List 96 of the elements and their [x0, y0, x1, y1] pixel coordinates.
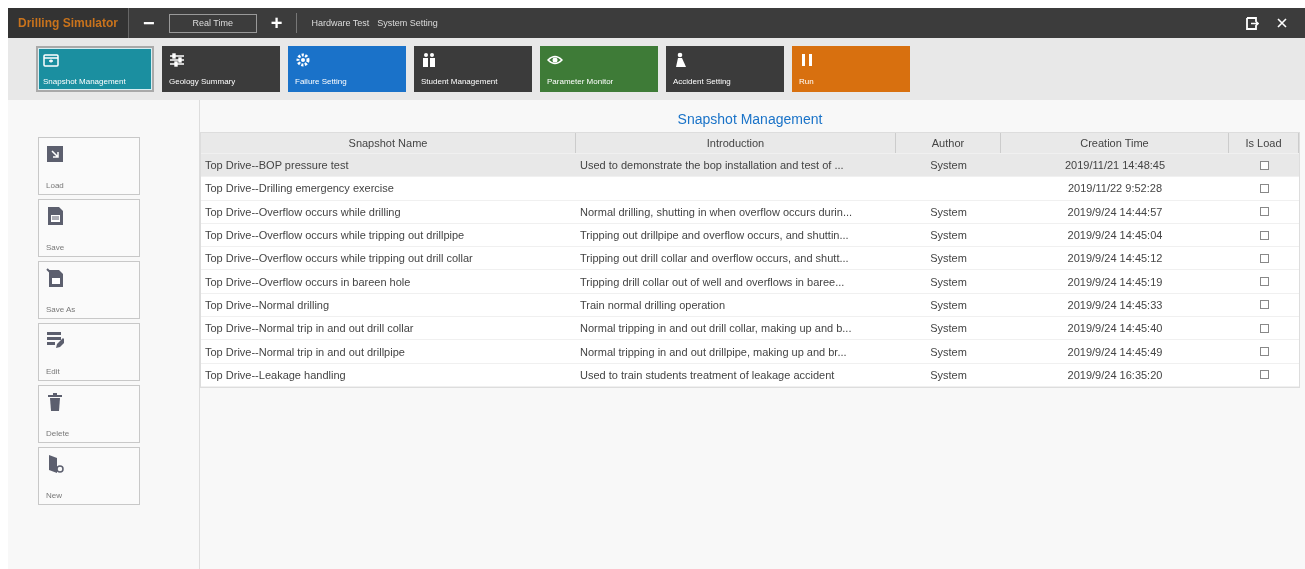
checkbox[interactable]	[1259, 277, 1269, 287]
table-row[interactable]: Top Drive--Normal trip in and out drill collar Normal tripping in and out drill collar, making up and b... System 2019/9/24 14:45:40	[201, 317, 1299, 341]
folder-icon	[43, 52, 59, 68]
table-cell: System	[930, 205, 967, 218]
download-icon	[46, 144, 64, 164]
table-cell: 2019/11/22 9:52:28	[1068, 182, 1162, 195]
panel-title: Snapshot Management	[676, 110, 824, 129]
module-tab[interactable]: Student Management	[414, 46, 532, 92]
table-row[interactable]: Top Drive--BOP pressure test Used to demonstrate the bop installation and test of ... System 2019/11/21 14:48:45	[201, 154, 1299, 178]
table-cell: 2019/9/24 14:45:40	[1067, 322, 1163, 335]
save-icon	[46, 206, 64, 226]
checkbox[interactable]	[1259, 300, 1269, 310]
trash-icon	[46, 392, 64, 412]
edit-icon	[46, 330, 64, 350]
column-header[interactable]: Creation Time	[1001, 133, 1229, 153]
table-cell: 2019/9/24 14:45:12	[1067, 252, 1163, 265]
module-tab[interactable]: Geology Summary	[162, 46, 280, 92]
window-title: Drilling Simulator	[8, 8, 129, 38]
exit-icon[interactable]	[1246, 16, 1259, 30]
table-cell: System	[930, 322, 967, 335]
table-cell: Tripping out drill collar and overflow occurs, and shutt...	[580, 252, 849, 265]
table-cell: 2019/11/21 14:48:45	[1064, 159, 1166, 172]
table-cell: Top Drive--Overflow occurs while tripping out drillpipe	[205, 229, 465, 242]
table-cell: Top Drive--Overflow occurs in bareen hole	[205, 275, 411, 288]
table-cell: Normal drilling, shutting in when overflow occurs durin...	[580, 205, 853, 218]
table-row[interactable]: Top Drive--Normal drilling Train normal drilling operation System 2019/9/24 14:45:33	[201, 293, 1299, 318]
table-cell: 2019/9/24 14:45:04	[1067, 229, 1163, 242]
module-tab[interactable]: Failure Setting	[288, 46, 406, 92]
sliders-icon	[169, 52, 185, 68]
table-cell: Used to demonstrate the bop installation and test of ...	[580, 159, 844, 172]
module-tab[interactable]: Accident Setting	[666, 46, 784, 92]
table-cell: System	[930, 229, 967, 242]
action-button[interactable]: Save As	[38, 261, 140, 319]
table-cell: Top Drive--Leakage handling	[205, 368, 346, 381]
action-button[interactable]: Load	[38, 137, 140, 195]
table-cell: 2019/9/24 14:44:57	[1067, 205, 1163, 218]
table-cell: Top Drive--BOP pressure test	[205, 159, 349, 172]
column-header[interactable]: Author	[896, 133, 1001, 153]
table-cell: 2019/9/24 14:45:33	[1067, 298, 1163, 311]
column-header[interactable]: Snapshot Name	[201, 133, 576, 153]
checkbox[interactable]	[1259, 323, 1269, 333]
action-button[interactable]: Delete	[38, 385, 140, 443]
table-cell: 2019/9/24 14:45:19	[1067, 275, 1163, 288]
table-cell: Normal tripping in and out drill collar, making up and b...	[580, 322, 852, 335]
table-cell: System	[930, 298, 967, 311]
table-cell: Used to train students treatment of leakage accident	[580, 368, 835, 381]
table-cell: Tripping out drillpipe and overflow occurs, and shuttin...	[580, 229, 849, 242]
settings-icon	[295, 52, 311, 68]
pause-icon	[799, 52, 815, 68]
person-icon	[673, 52, 689, 68]
people-icon	[421, 52, 437, 68]
column-header[interactable]: Introduction	[576, 133, 896, 153]
action-button[interactable]: Edit	[38, 323, 140, 381]
checkbox[interactable]	[1259, 253, 1269, 263]
table-cell: System	[930, 368, 967, 381]
table-row[interactable]: Top Drive--Overflow occurs while tripping out drill collar Tripping out drill collar and overflow occurs, and shutt... System 2019/9/24 14:45:12	[201, 247, 1299, 271]
close-icon[interactable]	[1277, 18, 1287, 28]
save-as-icon	[46, 268, 64, 288]
menu-item[interactable]: System Setting	[373, 18, 442, 28]
table-cell: 2019/9/24 16:35:20	[1067, 368, 1163, 381]
menu-item[interactable]: Hardware Test	[307, 18, 374, 28]
table-cell: Top Drive--Drilling emergency exercise	[205, 182, 394, 195]
table-row[interactable]: Top Drive--Normal trip in and out drillpipe Normal tripping in and out drillpipe, making up and br... System 2019/9/24 14:45:49	[201, 340, 1299, 364]
table-row[interactable]: Top Drive--Overflow occurs in bareen hole Tripping drill collar out of well and overflows in baree... System 2019/9/24 14:45:19	[201, 270, 1299, 294]
table-row[interactable]: Top Drive--Overflow occurs while drilling Normal drilling, shutting in when overflow occurs durin... System 2019/9/24 14:44:57	[201, 200, 1299, 224]
plus-button[interactable]: +	[270, 11, 283, 35]
table-row[interactable]: Top Drive--Overflow occurs while tripping out drillpipe Tripping out drillpipe and overflow occurs, and shuttin... System 2019/9/24 14:45:04	[201, 223, 1299, 248]
table-cell: System	[930, 252, 967, 265]
minus-button[interactable]: −	[143, 11, 155, 35]
checkbox[interactable]	[1259, 183, 1269, 193]
action-button[interactable]: Save	[38, 199, 140, 257]
table-cell: Tripping drill collar out of well and overflows in baree...	[580, 275, 845, 288]
table-cell: Train normal drilling operation	[580, 298, 726, 311]
table-row[interactable]: Top Drive--Leakage handling Used to train students treatment of leakage accident System 2019/9/24 16:35:20	[201, 363, 1299, 387]
table-cell: Top Drive--Overflow occurs while tripping out drill collar	[205, 252, 473, 265]
module-tab[interactable]: Parameter Monitor	[540, 46, 658, 92]
table-cell: 2019/9/24 14:45:49	[1067, 345, 1163, 358]
table-row[interactable]: Top Drive--Drilling emergency exercise 2019/11/22 9:52:28	[201, 177, 1299, 201]
table-cell: System	[930, 275, 967, 288]
table-cell: Top Drive--Normal trip in and out drillpipe	[205, 345, 405, 358]
table-cell: Top Drive--Normal drilling	[205, 298, 330, 311]
door-icon	[46, 454, 64, 474]
table-cell: Top Drive--Normal trip in and out drill collar	[205, 322, 414, 335]
table-cell: System	[930, 345, 967, 358]
module-tab[interactable]: Snapshot Management	[36, 46, 154, 92]
checkbox[interactable]	[1259, 370, 1269, 380]
table-cell: System	[930, 159, 967, 172]
table-cell: Top Drive--Overflow occurs while drilling	[205, 205, 401, 218]
action-button[interactable]: New	[38, 447, 140, 505]
table-cell: Normal tripping in and out drillpipe, making up and br...	[580, 345, 847, 358]
checkbox[interactable]	[1259, 160, 1269, 170]
checkbox[interactable]	[1259, 347, 1269, 356]
checkbox[interactable]	[1259, 230, 1269, 240]
column-header[interactable]: Is Load	[1229, 133, 1299, 153]
checkbox[interactable]	[1259, 207, 1269, 217]
speed-button[interactable]: Real Time	[168, 13, 257, 33]
